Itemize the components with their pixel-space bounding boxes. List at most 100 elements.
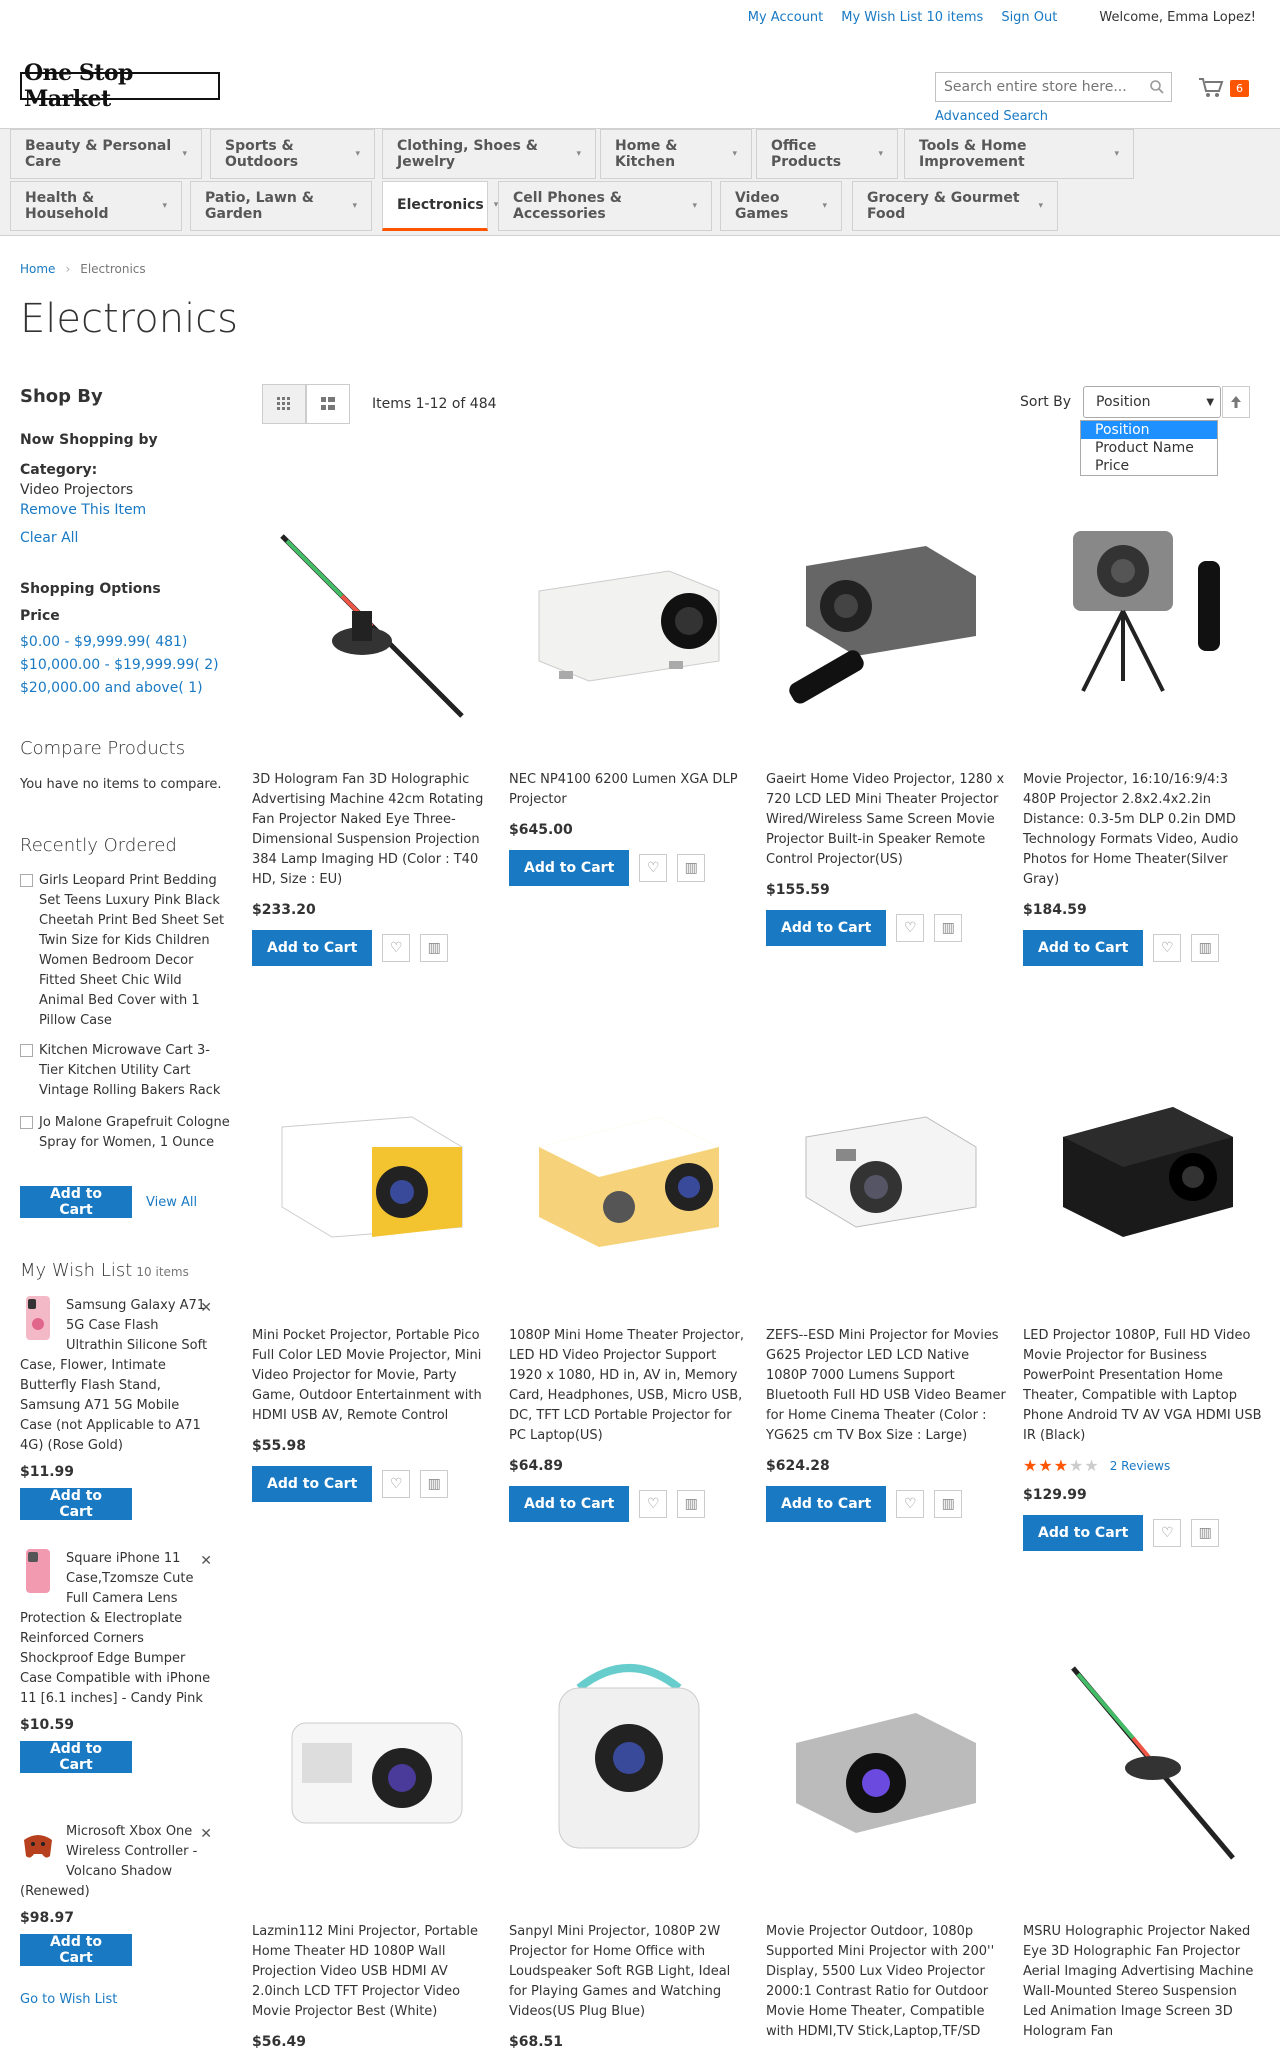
compare-icon[interactable]: ▥ — [934, 914, 963, 942]
product-image[interactable] — [766, 1616, 1006, 1910]
add-to-cart-button[interactable]: Add to Cart — [509, 850, 630, 886]
search-input[interactable] — [936, 74, 1136, 100]
sort-option-position[interactable]: Position — [1081, 421, 1217, 439]
product-image[interactable] — [1023, 464, 1263, 758]
nav-tools-home-improvement[interactable]: Tools & Home Improvement ▾ — [904, 129, 1134, 179]
recently-ordered-link[interactable]: Jo Malone Grapefruit Cologne Spray for W… — [39, 1113, 230, 1153]
product-image[interactable] — [1023, 1616, 1263, 1910]
product-name[interactable]: Lazmin112 Mini Projector, Portable Home … — [252, 1922, 492, 2022]
product-name[interactable]: 1080P Mini Home Theater Projector, LED H… — [509, 1326, 749, 1446]
reviews-link[interactable]: 2 Reviews — [1110, 1459, 1171, 1473]
compare-icon[interactable]: ▥ — [420, 1470, 449, 1498]
compare-icon[interactable]: ▥ — [677, 854, 706, 882]
heart-icon[interactable]: ♡ — [639, 854, 668, 882]
product-name[interactable]: 3D Hologram Fan 3D Holographic Advertisi… — [252, 770, 492, 890]
sort-direction-arrow-up-icon[interactable] — [1222, 386, 1250, 418]
breadcrumb-home[interactable]: Home — [20, 262, 55, 276]
product-name[interactable]: MSRU Holographic Projector Naked Eye 3D … — [1023, 1922, 1263, 2042]
product-image[interactable] — [509, 464, 749, 758]
compare-icon[interactable]: ▥ — [1191, 934, 1220, 962]
add-to-cart-button[interactable]: Add to Cart — [509, 1486, 630, 1522]
sort-option-price[interactable]: Price — [1081, 457, 1217, 475]
heart-icon[interactable]: ♡ — [1153, 1519, 1182, 1547]
recently-ordered-checkbox[interactable] — [20, 1116, 33, 1129]
add-to-cart-button[interactable]: Add to Cart — [20, 1741, 132, 1773]
remove-filter-link[interactable]: Remove This Item — [20, 502, 146, 518]
heart-icon[interactable]: ♡ — [896, 1490, 925, 1518]
nav-cell-phones-accessories[interactable]: Cell Phones & Accessories ▾ — [498, 181, 712, 231]
close-icon[interactable]: ✕ — [200, 1551, 212, 1571]
wishlist-link[interactable]: My Wish List 10 items — [841, 10, 983, 25]
sort-select[interactable]: Position ▼ — [1083, 386, 1222, 418]
nav-electronics[interactable]: Electronics ▾ — [382, 181, 498, 231]
product-name[interactable]: Movie Projector Outdoor, 1080p Supported… — [766, 1922, 1006, 2042]
sort-option-product-name[interactable]: Product Name — [1081, 439, 1217, 457]
product-name[interactable]: LED Projector 1080P, Full HD Video Movie… — [1023, 1326, 1263, 1446]
product-name[interactable]: Mini Pocket Projector, Portable Pico Ful… — [252, 1326, 492, 1426]
add-to-cart-button[interactable]: Add to Cart — [1023, 930, 1144, 966]
search-icon[interactable] — [1149, 79, 1165, 95]
nav-sports-outdoors[interactable]: Sports & Outdoors ▾ — [210, 129, 375, 179]
product-name[interactable]: ZEFS--ESD Mini Projector for Movies G625… — [766, 1326, 1006, 1446]
product-image[interactable] — [509, 1616, 749, 1910]
product-image[interactable] — [1023, 1020, 1263, 1314]
price-range-0[interactable]: $0.00 - $9,999.99( 481) — [20, 634, 187, 650]
add-to-cart-button[interactable]: Add to Cart — [766, 910, 887, 946]
recently-ordered-checkbox[interactable] — [20, 874, 33, 887]
store-logo[interactable]: One Stop Market — [20, 60, 220, 112]
product-thumbnail[interactable] — [20, 1549, 56, 1593]
nav-clothing-shoes-jewelry[interactable]: Clothing, Shoes & Jewelry ▾ — [382, 129, 596, 179]
heart-icon[interactable]: ♡ — [639, 1490, 668, 1518]
product-image[interactable] — [252, 1020, 492, 1314]
nav-home-kitchen[interactable]: Home & Kitchen ▾ — [600, 129, 752, 179]
nav-video-games[interactable]: Video Games ▾ — [720, 181, 842, 231]
recently-ordered-link[interactable]: Girls Leopard Print Bedding Set Teens Lu… — [39, 871, 230, 1031]
close-icon[interactable]: ✕ — [200, 1824, 212, 1844]
clear-all-link[interactable]: Clear All — [20, 530, 78, 546]
nav-grocery-gourmet-food[interactable]: Grocery & Gourmet Food ▾ — [852, 181, 1058, 231]
product-name[interactable]: Movie Projector, 16:10/16:9/4:3 480P Pro… — [1023, 770, 1263, 890]
nav-patio-lawn-garden[interactable]: Patio, Lawn & Garden ▾ — [190, 181, 372, 231]
product-name[interactable]: Sanpyl Mini Projector, 1080P 2W Projecto… — [509, 1922, 749, 2022]
price-range-2[interactable]: $20,000.00 and above( 1) — [20, 680, 203, 696]
minicart[interactable]: 6 — [1198, 74, 1260, 102]
add-to-cart-button[interactable]: Add to Cart — [766, 1486, 887, 1522]
nav-office-products[interactable]: Office Products ▾ — [756, 129, 898, 179]
product-thumbnail[interactable] — [20, 1296, 56, 1340]
product-image[interactable] — [766, 1020, 1006, 1314]
compare-icon[interactable]: ▥ — [420, 934, 449, 962]
nav-beauty-personal-care[interactable]: Beauty & Personal Care ▾ — [10, 129, 202, 179]
heart-icon[interactable]: ♡ — [382, 934, 411, 962]
recently-ordered-link[interactable]: Kitchen Microwave Cart 3-Tier Kitchen Ut… — [39, 1041, 230, 1101]
compare-icon[interactable]: ▥ — [1191, 1519, 1220, 1547]
close-icon[interactable]: ✕ — [200, 1298, 212, 1318]
heart-icon[interactable]: ♡ — [382, 1470, 411, 1498]
add-to-cart-button[interactable]: Add to Cart — [252, 930, 373, 966]
heart-icon[interactable]: ♡ — [896, 914, 925, 942]
compare-icon[interactable]: ▥ — [677, 1490, 706, 1518]
my-account-link[interactable]: My Account — [748, 10, 824, 25]
product-name[interactable]: NEC NP4100 6200 Lumen XGA DLP Projector — [509, 770, 749, 810]
add-to-cart-button[interactable]: Add to Cart — [20, 1488, 132, 1520]
product-image[interactable] — [252, 1616, 492, 1910]
grid-view-icon[interactable] — [262, 384, 306, 424]
sign-out-link[interactable]: Sign Out — [1001, 10, 1057, 25]
add-to-cart-button[interactable]: Add to Cart — [20, 1934, 132, 1966]
list-view-icon[interactable] — [306, 384, 350, 424]
product-thumbnail[interactable] — [20, 1822, 56, 1866]
advanced-search-link[interactable]: Advanced Search — [935, 109, 1048, 124]
add-to-cart-button[interactable]: Add to Cart — [20, 1186, 132, 1218]
product-name[interactable]: Gaeirt Home Video Projector, 1280 x 720 … — [766, 770, 1006, 870]
compare-icon[interactable]: ▥ — [934, 1490, 963, 1518]
add-to-cart-button[interactable]: Add to Cart — [252, 1466, 373, 1502]
heart-icon[interactable]: ♡ — [1153, 934, 1182, 962]
recently-ordered-checkbox[interactable] — [20, 1044, 33, 1057]
product-image[interactable] — [252, 464, 492, 758]
go-to-wishlist-link[interactable]: Go to Wish List — [20, 1992, 117, 2007]
nav-health-household[interactable]: Health & Household ▾ — [10, 181, 182, 231]
product-image[interactable] — [766, 464, 1006, 758]
product-image[interactable] — [509, 1020, 749, 1314]
add-to-cart-button[interactable]: Add to Cart — [1023, 1515, 1144, 1551]
view-all-link[interactable]: View All — [146, 1195, 197, 1210]
price-range-1[interactable]: $10,000.00 - $19,999.99( 2) — [20, 657, 219, 673]
